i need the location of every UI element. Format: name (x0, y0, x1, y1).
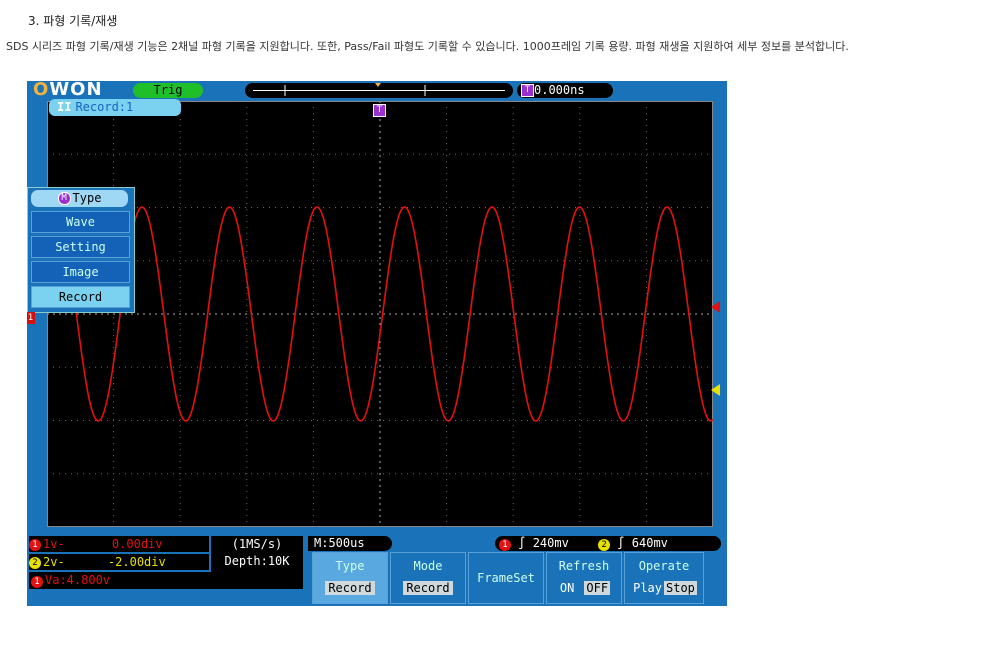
timebase-readout: M:500us (308, 536, 392, 551)
ch1-badge: 1 (29, 538, 41, 551)
menu-item-image[interactable]: Image (31, 261, 130, 283)
softkey-frameset[interactable]: FrameSet (468, 552, 544, 604)
trigger-position-icon: T (521, 84, 534, 97)
owon-logo: OWON (33, 81, 103, 100)
oscilloscope-screenshot: OWON Trig T 0.000ns II Record:1 T M Type Wa… (27, 81, 727, 606)
trigger-marker-icon: T (373, 100, 386, 119)
ch1-level-marker: 1 (27, 312, 35, 324)
menu-title[interactable]: M Type (31, 190, 128, 207)
ch1-trigger-level-arrow (711, 301, 720, 313)
m-badge-icon: M (57, 192, 71, 205)
waveform-grid (46, 101, 714, 527)
softkey-type[interactable]: Type Record (312, 552, 388, 604)
ch2-status: 2 2v- -2.00div (29, 554, 209, 570)
sample-rate-box: (1MS/s) Depth:10K (211, 536, 303, 572)
softkey-mode[interactable]: Mode Record (390, 552, 466, 604)
trig-status: Trig (133, 83, 203, 98)
time-position-bar (245, 83, 513, 98)
trig2-badge: 2 (598, 539, 611, 551)
va-badge: 1 (31, 576, 43, 588)
sample-rate: (1MS/s) (231, 537, 283, 551)
ch2-badge: 2 (29, 556, 41, 569)
ch1-status: 1 1v- 0.00div (29, 536, 209, 552)
rising-edge-icon: ∫ (617, 536, 625, 550)
menu-item-wave[interactable]: Wave (31, 211, 130, 233)
record-depth: Depth:10K (224, 554, 290, 568)
trig1-badge: 1 (499, 539, 511, 551)
waveform-display (46, 101, 714, 527)
softkey-operate[interactable]: Operate Play Stop (624, 552, 704, 604)
pause-icon: II (57, 100, 72, 114)
logo-text: WON (49, 81, 103, 100)
rising-edge-icon: ∫ (518, 536, 526, 550)
va-readout: 1 Va:4.800v (29, 572, 303, 589)
function-menu: M Type Wave Setting Image Record (27, 187, 135, 313)
section-description: SDS 시리즈 파형 기록/재생 기능은 2채널 파형 기록을 지원합니다. 또… (6, 40, 849, 53)
time-offset-readout: T 0.000ns (517, 83, 613, 98)
menu-item-setting[interactable]: Setting (31, 236, 130, 258)
menu-item-record[interactable]: Record (31, 286, 130, 308)
section-heading: 3. 파형 기록/재생 (28, 14, 118, 28)
status-bar: 1 1v- 0.00div 2 2v- -2.00div (1MS/s) Depth… (27, 534, 727, 606)
trigger-levels: 1 ∫ 240mv 2 ∫ 640mv (495, 536, 721, 551)
ch2-trigger-level-arrow (711, 384, 720, 396)
softkey-refresh[interactable]: Refresh ON OFF (546, 552, 622, 604)
record-status-tab: II Record:1 (49, 99, 181, 116)
